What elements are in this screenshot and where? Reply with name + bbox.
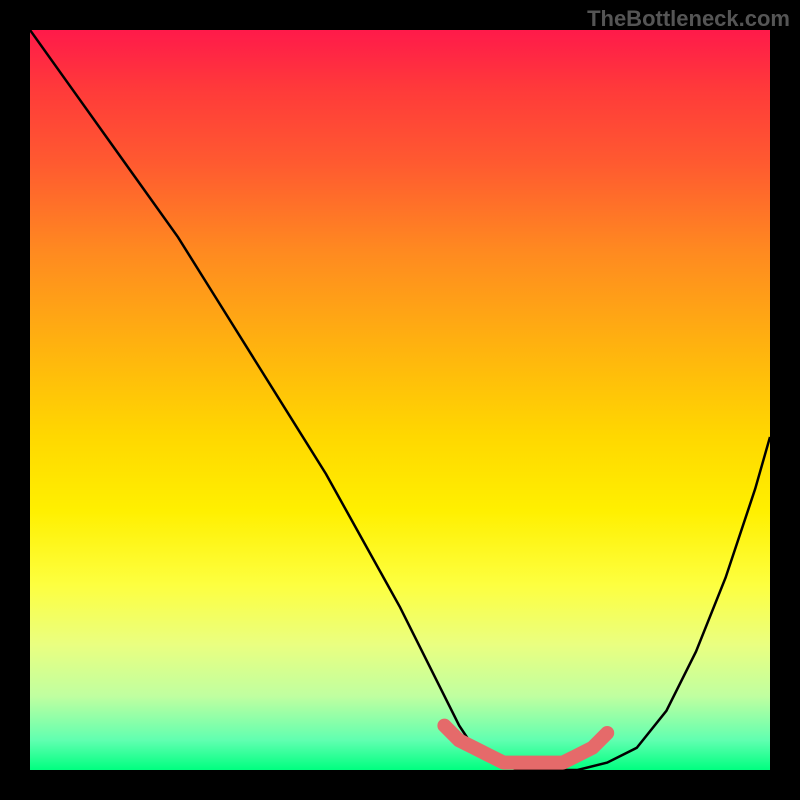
optimal-range-marker [444, 726, 607, 763]
watermark-text: TheBottleneck.com [587, 6, 790, 32]
chart-svg [30, 30, 770, 770]
chart-plot-area [30, 30, 770, 770]
bottleneck-curve-line [30, 30, 770, 770]
